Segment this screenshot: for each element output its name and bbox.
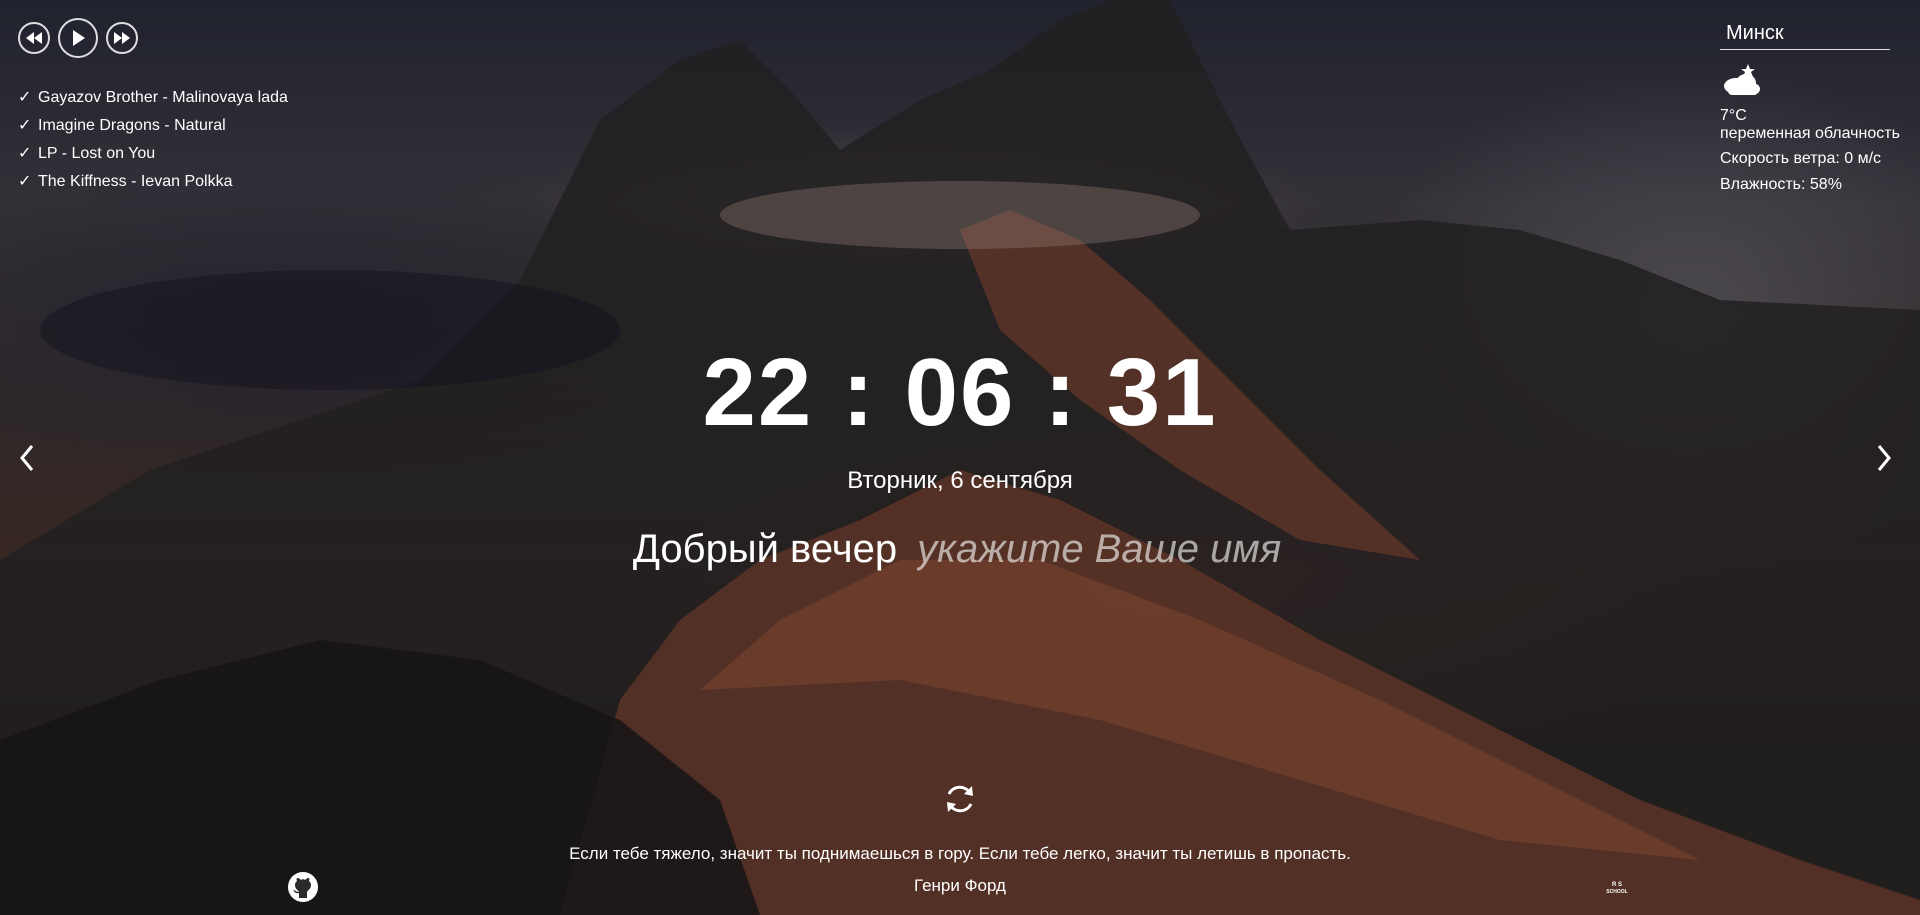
city-input[interactable]: Минск xyxy=(1720,22,1890,50)
clock-date: Вторник, 6 сентября xyxy=(847,467,1073,494)
logo-text-top: R S xyxy=(1612,882,1622,888)
weather-description: переменная облачность xyxy=(1720,125,1900,142)
check-icon: ✓ xyxy=(18,145,32,162)
fast-forward-button[interactable] xyxy=(106,22,138,54)
refresh-icon xyxy=(947,785,973,813)
player-controls xyxy=(18,18,288,58)
github-icon xyxy=(288,872,318,902)
background-image xyxy=(0,0,1920,915)
quote-text: Если тебе тяжело, значит ты поднимаешься… xyxy=(569,844,1351,863)
partly-cloudy-night-icon xyxy=(1724,64,1760,95)
greeting-text: Добрый вечер xyxy=(632,527,898,571)
humidity: Влажность: 58% xyxy=(1720,176,1842,193)
github-link[interactable] xyxy=(287,871,319,903)
track-title: Imagine Dragons - Natural xyxy=(38,117,226,134)
rs-school-logo-icon: R S SCHOOL xyxy=(1606,882,1627,895)
weather-widget: Минск 7°C переменная облачность Скорость… xyxy=(1720,22,1910,195)
track-title: The Kiffness - Ievan Polkka xyxy=(38,173,233,190)
track-title: LP - Lost on You xyxy=(38,145,156,162)
playlist-item[interactable]: ✓ The Kiffness - Ievan Polkka xyxy=(18,168,288,196)
audio-player: ✓ Gayazov Brother - Malinovaya lada ✓ Imag… xyxy=(18,18,288,196)
playlist-item[interactable]: ✓ LP - Lost on You xyxy=(18,140,288,168)
check-icon: ✓ xyxy=(18,117,32,134)
change-quote-button[interactable] xyxy=(940,779,980,819)
dim-overlay xyxy=(0,0,1920,915)
playlist-item[interactable]: ✓ Imagine Dragons - Natural xyxy=(18,112,288,140)
rewind-icon xyxy=(26,32,42,44)
check-icon: ✓ xyxy=(18,173,32,190)
play-icon xyxy=(73,30,85,46)
rewind-button[interactable] xyxy=(18,22,50,54)
track-title: Gayazov Brother - Malinovaya lada xyxy=(38,89,288,106)
greeting-container: Добрый вечер xyxy=(0,524,1920,574)
name-input[interactable] xyxy=(917,526,1288,572)
playlist: ✓ Gayazov Brother - Malinovaya lada ✓ Imag… xyxy=(18,84,288,196)
check-icon: ✓ xyxy=(18,89,32,106)
rs-school-link[interactable]: R S SCHOOL xyxy=(1600,878,1634,896)
fast-forward-icon xyxy=(114,32,130,44)
wind-speed: Скорость ветра: 0 м/с xyxy=(1720,150,1882,167)
logo-text-bottom: SCHOOL xyxy=(1606,889,1627,895)
play-button[interactable] xyxy=(58,18,98,58)
temperature: 7°C xyxy=(1720,107,1747,124)
playlist-item[interactable]: ✓ Gayazov Brother - Malinovaya lada xyxy=(18,84,288,112)
clock-time: 22 : 06 : 31 xyxy=(702,339,1218,446)
